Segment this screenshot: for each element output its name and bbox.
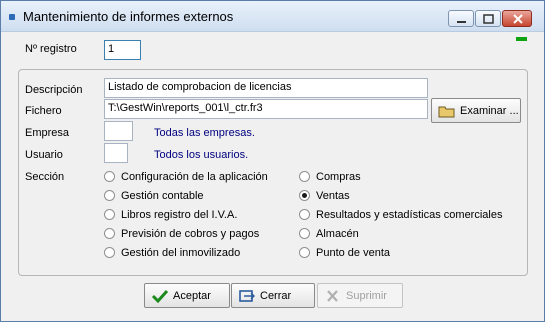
radio-label: Punto de venta bbox=[316, 247, 391, 259]
radio-dot[interactable] bbox=[104, 190, 115, 201]
accept-label: Aceptar bbox=[173, 289, 211, 302]
maximize-icon bbox=[483, 14, 494, 24]
radio-dot-selected[interactable] bbox=[299, 190, 310, 201]
radio-dot[interactable] bbox=[299, 209, 310, 220]
delete-button[interactable]: Suprimir bbox=[317, 283, 403, 308]
status-indicator bbox=[516, 37, 527, 41]
usuario-field[interactable] bbox=[104, 143, 128, 163]
radio-label: Configuración de la aplicación bbox=[121, 171, 268, 183]
empresa-field[interactable] bbox=[104, 121, 133, 141]
radio-inmovilizado[interactable]: Gestión del inmovilizado bbox=[104, 247, 240, 259]
radio-configuracion[interactable]: Configuración de la aplicación bbox=[104, 171, 268, 183]
close-button[interactable]: Cerrar bbox=[231, 283, 315, 308]
dialog-window: Mantenimiento de informes externos Nº re… bbox=[0, 0, 545, 322]
radio-dot[interactable] bbox=[104, 247, 115, 258]
seccion-label: Sección bbox=[25, 171, 65, 183]
radio-label: Ventas bbox=[316, 190, 350, 202]
radio-compras[interactable]: Compras bbox=[299, 171, 361, 183]
usuario-label: Usuario bbox=[25, 149, 63, 161]
descripcion-field[interactable]: Listado de comprobacion de licencias bbox=[104, 78, 428, 98]
empresa-note: Todas las empresas. bbox=[154, 127, 255, 139]
radio-dot[interactable] bbox=[104, 228, 115, 239]
folder-icon bbox=[438, 106, 455, 117]
empresa-label: Empresa bbox=[25, 127, 70, 139]
radio-label: Almacén bbox=[316, 228, 359, 240]
delete-x-icon bbox=[327, 289, 338, 302]
close-door-icon bbox=[239, 289, 255, 302]
radio-label: Previsión de cobros y pagos bbox=[121, 228, 260, 240]
examinar-button[interactable]: Examinar ... bbox=[431, 98, 521, 123]
radio-almacen[interactable]: Almacén bbox=[299, 228, 359, 240]
fichero-label: Fichero bbox=[25, 105, 62, 117]
usuario-note: Todos los usuarios. bbox=[154, 149, 249, 161]
minimize-button[interactable] bbox=[448, 10, 474, 27]
maximize-button[interactable] bbox=[475, 10, 501, 27]
checkmark-icon bbox=[151, 289, 169, 303]
radio-dot[interactable] bbox=[104, 209, 115, 220]
accept-button[interactable]: Aceptar bbox=[144, 283, 230, 308]
registro-field[interactable]: 1 bbox=[104, 40, 141, 60]
minimize-icon bbox=[457, 21, 466, 23]
radio-label: Gestión del inmovilizado bbox=[121, 247, 241, 259]
radio-punto-venta[interactable]: Punto de venta bbox=[299, 247, 390, 259]
window-title: Mantenimiento de informes externos bbox=[23, 9, 234, 24]
fichero-field[interactable]: T:\GestWin\reports_001\l_ctr.fr3 bbox=[104, 99, 428, 119]
registro-label: Nº registro bbox=[25, 43, 77, 55]
title-bar: Mantenimiento de informes externos bbox=[1, 1, 544, 32]
app-icon bbox=[9, 14, 15, 20]
radio-dot[interactable] bbox=[299, 228, 310, 239]
radio-label: Libros registro del I.V.A. bbox=[121, 209, 238, 221]
close-window-button[interactable] bbox=[502, 10, 532, 27]
descripcion-label: Descripción bbox=[25, 84, 83, 96]
radio-gestion-contable[interactable]: Gestión contable bbox=[104, 190, 204, 202]
delete-label: Suprimir bbox=[346, 289, 387, 302]
close-label: Cerrar bbox=[260, 289, 292, 302]
close-icon bbox=[513, 14, 523, 24]
radio-dot[interactable] bbox=[299, 247, 310, 258]
radio-prevision[interactable]: Previsión de cobros y pagos bbox=[104, 228, 259, 240]
radio-dot[interactable] bbox=[299, 171, 310, 182]
radio-libros-iva[interactable]: Libros registro del I.V.A. bbox=[104, 209, 237, 221]
radio-ventas[interactable]: Ventas bbox=[299, 190, 350, 202]
radio-dot[interactable] bbox=[104, 171, 115, 182]
radio-label: Gestión contable bbox=[121, 190, 204, 202]
radio-label: Compras bbox=[316, 171, 361, 183]
radio-resultados[interactable]: Resultados y estadísticas comerciales bbox=[299, 209, 502, 221]
radio-label: Resultados y estadísticas comerciales bbox=[316, 209, 503, 221]
examinar-label: Examinar ... bbox=[460, 104, 519, 117]
